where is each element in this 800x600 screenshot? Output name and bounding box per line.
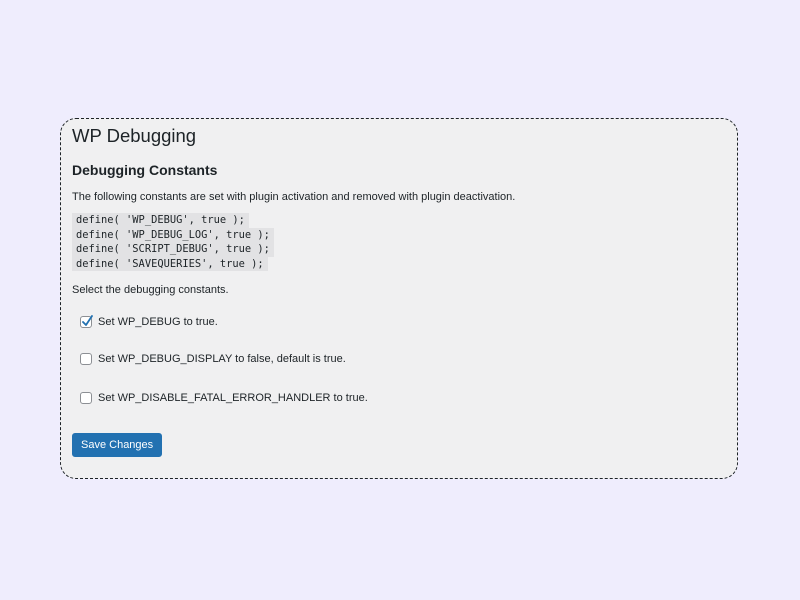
option-label: Set WP_DEBUG_DISPLAY to false, default i… bbox=[98, 353, 346, 365]
option-wp-debug-display[interactable]: Set WP_DEBUG_DISPLAY to false, default i… bbox=[80, 351, 346, 367]
code-line: define( 'SAVEQUERIES', true ); bbox=[72, 256, 268, 271]
save-changes-button[interactable]: Save Changes bbox=[72, 433, 163, 457]
wp-debug-checkbox[interactable] bbox=[80, 315, 93, 328]
section-description: The following constants are set with plu… bbox=[72, 191, 516, 203]
page-title: WP Debugging bbox=[72, 125, 197, 146]
disable-fatal-error-handler-checkbox[interactable] bbox=[80, 392, 92, 404]
wp-debug-display-checkbox[interactable] bbox=[80, 353, 92, 365]
settings-panel: WP Debugging Debugging Constants The fol… bbox=[60, 118, 738, 479]
instruction-text: Select the debugging constants. bbox=[72, 284, 229, 296]
option-disable-fatal-error-handler[interactable]: Set WP_DISABLE_FATAL_ERROR_HANDLER to tr… bbox=[80, 390, 368, 406]
code-line: define( 'SCRIPT_DEBUG', true ); bbox=[72, 242, 274, 257]
code-line: define( 'WP_DEBUG_LOG', true ); bbox=[72, 227, 274, 242]
constants-code-block: define( 'WP_DEBUG', true ); define( 'WP_… bbox=[72, 213, 274, 271]
option-wp-debug[interactable]: Set WP_DEBUG to true. bbox=[80, 314, 218, 330]
option-label: Set WP_DISABLE_FATAL_ERROR_HANDLER to tr… bbox=[98, 392, 368, 404]
checkmark-icon bbox=[82, 315, 93, 326]
code-line: define( 'WP_DEBUG', true ); bbox=[72, 213, 249, 228]
section-title: Debugging Constants bbox=[72, 162, 218, 178]
option-label: Set WP_DEBUG to true. bbox=[98, 316, 218, 328]
